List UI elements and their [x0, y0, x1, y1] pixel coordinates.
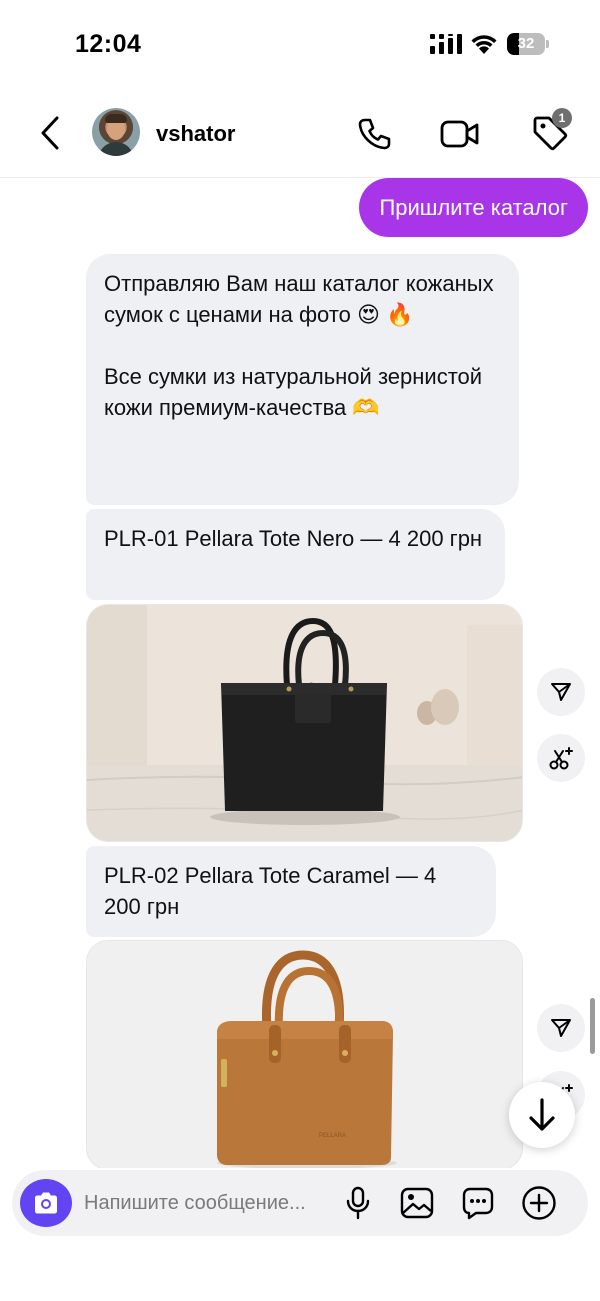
chat-bubble-icon: [462, 1187, 494, 1220]
message-text: Отправляю Вам наш каталог кожаных сумок …: [104, 271, 494, 327]
camera-button[interactable]: [20, 1179, 72, 1227]
message-text: PLR-02 Pellara Tote Caramel — 4 200 грн: [104, 863, 437, 919]
avatar[interactable]: [92, 108, 140, 156]
battery-icon: 32: [507, 33, 545, 55]
share-button[interactable]: [537, 1004, 585, 1052]
video-call-button[interactable]: [436, 112, 484, 156]
gallery-button[interactable]: [397, 1183, 437, 1223]
microphone-icon: [346, 1186, 370, 1220]
received-message[interactable]: PLR-02 Pellara Tote Caramel — 4 200 грн: [86, 846, 496, 937]
status-time: 12:04: [75, 30, 142, 58]
received-message[interactable]: PLR-01 Pellara Tote Nero — 4 200 грн: [86, 509, 505, 600]
scroll-to-bottom-button[interactable]: [509, 1082, 575, 1148]
username[interactable]: vshator: [156, 121, 235, 147]
sent-message[interactable]: Пришлите каталог: [359, 178, 588, 237]
plus-circle-icon: [522, 1186, 556, 1220]
caramel-tote-bag-image: PELLARA: [87, 941, 522, 1168]
image-icon: [400, 1187, 434, 1219]
notification-badge: 1: [552, 108, 572, 128]
camera-icon: [35, 1192, 57, 1214]
more-options-button[interactable]: [519, 1183, 559, 1223]
arrow-down-icon: [529, 1098, 555, 1131]
audio-call-button[interactable]: [352, 112, 396, 156]
share-button[interactable]: [537, 668, 585, 716]
battery-indicator: 32: [507, 33, 549, 55]
battery-level: 32: [517, 35, 535, 52]
send-icon: [551, 1019, 571, 1037]
chevron-left-icon: [41, 116, 59, 150]
back-button[interactable]: [30, 110, 70, 156]
chat-header: vshator 1: [0, 90, 600, 178]
video-camera-icon: [440, 120, 479, 148]
voice-message-button[interactable]: [338, 1183, 378, 1223]
message-composer: [12, 1170, 588, 1236]
message-input[interactable]: [84, 1188, 334, 1218]
tag-button[interactable]: 1: [524, 108, 576, 158]
scrollbar[interactable]: [590, 998, 595, 1054]
sticker-button[interactable]: [458, 1183, 498, 1223]
message-list[interactable]: Пришлите каталог Отправляю Вам наш катал…: [0, 178, 600, 1168]
message-text: PLR-01 Pellara Tote Nero — 4 200 грн: [104, 526, 483, 551]
phone-icon: [358, 118, 391, 150]
send-icon: [551, 683, 571, 701]
product-photo[interactable]: PELLARA: [86, 940, 523, 1168]
svg-text:PELLARA: PELLARA: [319, 1133, 346, 1139]
scissors-sparkle-icon: [549, 747, 573, 770]
status-bar: 12:04 32: [0, 0, 600, 90]
received-message[interactable]: Отправляю Вам наш каталог кожаных сумок …: [86, 254, 519, 505]
black-tote-bag-image: [87, 605, 522, 841]
cellular-signal-icon: [430, 34, 462, 54]
remix-button[interactable]: [537, 734, 585, 782]
message-text: Все сумки из натуральной зернистой кожи …: [104, 364, 483, 420]
product-photo[interactable]: [86, 604, 523, 842]
wifi-icon: [471, 35, 497, 54]
battery-cap: [546, 40, 549, 48]
